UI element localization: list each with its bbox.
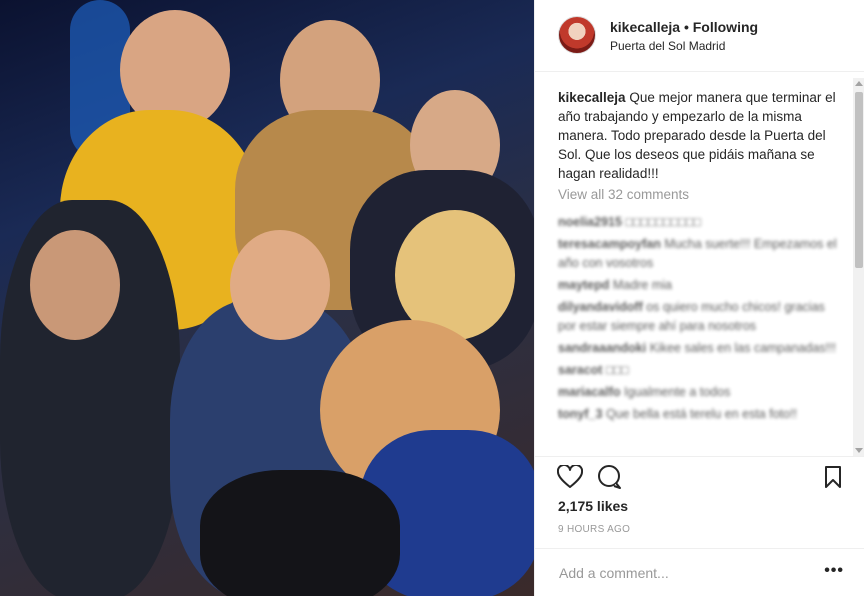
- list-item: mariacalfo Igualmente a todos: [558, 383, 838, 402]
- header-username-row: kikecalleja • Following: [610, 19, 758, 35]
- comment-text: Kikee sales en las campanadas!!!: [649, 341, 836, 355]
- list-item: teresacampoyfan Mucha suerte!!! Empezamo…: [558, 235, 838, 273]
- person-front-dark: [200, 470, 400, 596]
- list-item: tonyf_3 Que bella está terelu en esta fo…: [558, 405, 838, 424]
- comment-text: □□□: [605, 363, 629, 377]
- caption: kikecalleja Que mejor manera que termina…: [558, 88, 836, 183]
- comment-text: □□□□□□□□□□: [625, 215, 701, 229]
- comment-text: Igualmente a todos: [624, 385, 731, 399]
- person-bottom-left-face: [30, 230, 120, 340]
- post-timestamp[interactable]: 9 HOURS AGO: [558, 524, 630, 535]
- comment-username[interactable]: saracot: [558, 363, 602, 377]
- list-item: saracot □□□: [558, 361, 838, 380]
- location-link[interactable]: Puerta del Sol Madrid: [610, 39, 725, 53]
- separator-dot: •: [683, 19, 689, 35]
- comment-text: Madre mia: [612, 278, 672, 292]
- avatar[interactable]: [558, 16, 596, 54]
- action-bar: [535, 456, 864, 496]
- more-options-button[interactable]: •••: [824, 562, 844, 580]
- likes-count[interactable]: 2,175 likes: [558, 498, 628, 514]
- comment-username[interactable]: noelia2915: [558, 215, 622, 229]
- list-item: sandraaandoki Kikee sales en las campana…: [558, 339, 838, 358]
- list-item: dilyandavidoff os quiero mucho chicos! g…: [558, 298, 838, 336]
- caption-username[interactable]: kikecalleja: [558, 90, 626, 105]
- comments-scrollbar[interactable]: [853, 78, 864, 456]
- post-header: kikecalleja • Following Puerta del Sol M…: [535, 0, 864, 72]
- comment-username[interactable]: sandraaandoki: [558, 341, 646, 355]
- list-item: noelia2915 □□□□□□□□□□: [558, 213, 838, 232]
- heart-icon[interactable]: [556, 463, 584, 494]
- comment-list: noelia2915 □□□□□□□□□□ teresacampoyfan Mu…: [558, 213, 838, 427]
- bookmark-icon[interactable]: [824, 465, 842, 494]
- scrollbar-thumb[interactable]: [855, 92, 863, 268]
- comment-username[interactable]: maytepd: [558, 278, 609, 292]
- post-photo[interactable]: [0, 0, 534, 596]
- instagram-post: kikecalleja • Following Puerta del Sol M…: [0, 0, 864, 596]
- comments-section: kikecalleja Que mejor manera que termina…: [535, 72, 864, 456]
- add-comment-bar: •••: [535, 548, 864, 596]
- comment-username[interactable]: teresacampoyfan: [558, 237, 661, 251]
- comment-username[interactable]: dilyandavidoff: [558, 300, 643, 314]
- username-link[interactable]: kikecalleja: [610, 19, 680, 35]
- view-all-comments-link[interactable]: View all 32 comments: [558, 187, 689, 202]
- post-side-panel: kikecalleja • Following Puerta del Sol M…: [534, 0, 864, 596]
- comment-icon[interactable]: [597, 465, 623, 494]
- scroll-up-arrow-icon[interactable]: [855, 81, 863, 86]
- following-button[interactable]: Following: [693, 19, 758, 35]
- person-center-face: [230, 230, 330, 340]
- scroll-down-arrow-icon[interactable]: [855, 448, 863, 453]
- comment-username[interactable]: mariacalfo: [558, 385, 621, 399]
- list-item: maytepd Madre mia: [558, 276, 838, 295]
- comment-text: Que bella está terelu en esta foto!!: [605, 407, 798, 421]
- comment-input[interactable]: [557, 563, 811, 583]
- comment-username[interactable]: tonyf_3: [558, 407, 602, 421]
